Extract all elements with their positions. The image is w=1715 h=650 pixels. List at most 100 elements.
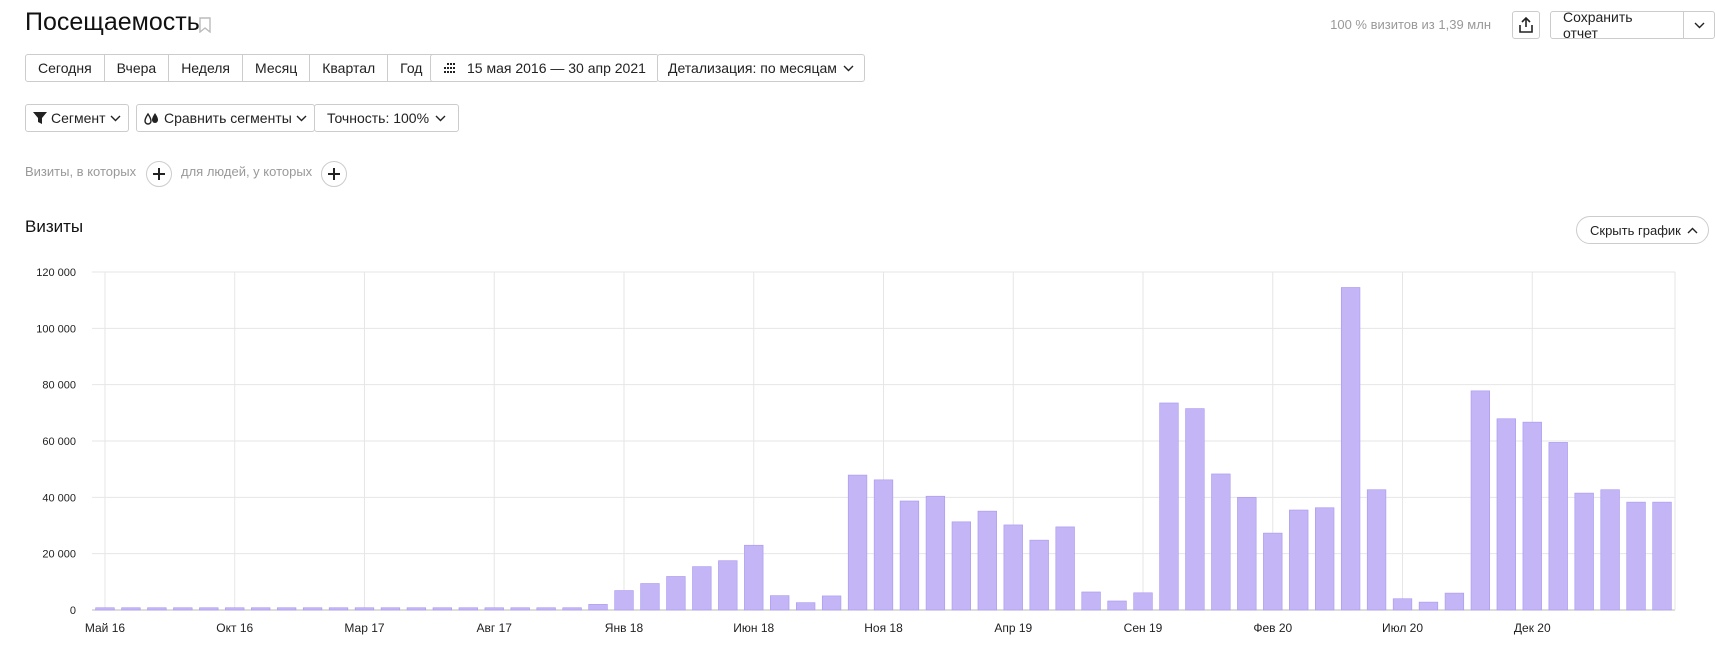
- bar[interactable]: [1522, 421, 1542, 611]
- bar[interactable]: [354, 607, 375, 611]
- period-year[interactable]: Год: [387, 55, 434, 81]
- bar[interactable]: [1366, 489, 1387, 611]
- bar[interactable]: [1470, 390, 1491, 611]
- bar[interactable]: [951, 521, 971, 611]
- detail-dropdown[interactable]: Детализация: по месяцам: [657, 54, 865, 82]
- x-tick-label: Май 16: [85, 621, 126, 635]
- bar[interactable]: [1185, 408, 1205, 611]
- period-quarter[interactable]: Квартал: [309, 55, 387, 81]
- bar[interactable]: [614, 590, 634, 611]
- segment-label: Сегмент: [51, 110, 106, 126]
- bar[interactable]: [1444, 592, 1465, 611]
- period-week[interactable]: Неделя: [168, 55, 242, 81]
- bar[interactable]: [432, 607, 452, 611]
- calendar-icon: [444, 62, 455, 73]
- bar[interactable]: [1574, 492, 1594, 611]
- bar[interactable]: [1263, 532, 1283, 611]
- bar[interactable]: [1237, 497, 1257, 611]
- bar[interactable]: [977, 510, 997, 611]
- save-report-button[interactable]: Сохранить отчет: [1550, 9, 1715, 41]
- bar[interactable]: [276, 607, 297, 611]
- bar[interactable]: [328, 607, 349, 611]
- detail-label: Детализация: по месяцам: [668, 60, 837, 76]
- y-tick-label: 0: [70, 605, 76, 617]
- bar[interactable]: [225, 607, 245, 611]
- bar[interactable]: [147, 607, 167, 611]
- bar[interactable]: [640, 583, 660, 611]
- compare-segments-button[interactable]: Сравнить сегменты: [136, 104, 315, 132]
- page-title: Посещаемость: [25, 8, 200, 36]
- chevron-up-icon: [1687, 227, 1698, 233]
- bar[interactable]: [718, 560, 738, 611]
- bar[interactable]: [95, 607, 115, 611]
- period-month[interactable]: Месяц: [242, 55, 309, 81]
- bar[interactable]: [1107, 600, 1127, 611]
- segment-button[interactable]: Сегмент: [25, 104, 129, 132]
- x-tick-label: Янв 18: [605, 621, 644, 635]
- bar[interactable]: [899, 500, 920, 611]
- bar[interactable]: [1289, 509, 1309, 611]
- add-visit-condition-button[interactable]: [146, 161, 172, 187]
- bar[interactable]: [1003, 524, 1023, 611]
- bar[interactable]: [458, 607, 478, 611]
- bar[interactable]: [510, 607, 530, 611]
- bar[interactable]: [1315, 507, 1335, 611]
- bar[interactable]: [199, 607, 219, 611]
- hide-chart-label: Скрыть график: [1590, 222, 1681, 238]
- save-options-chevron-icon[interactable]: [1683, 12, 1714, 38]
- bar[interactable]: [536, 607, 556, 611]
- bar[interactable]: [588, 604, 608, 611]
- bar[interactable]: [1081, 591, 1101, 611]
- x-tick-label: Авг 17: [477, 621, 513, 635]
- x-tick-label: Окт 16: [216, 621, 253, 635]
- period-yesterday[interactable]: Вчера: [103, 55, 169, 81]
- chevron-down-icon: [296, 115, 307, 121]
- period-today[interactable]: Сегодня: [26, 55, 104, 81]
- share-info: 100 % визитов из 1,39 млн: [1330, 17, 1491, 32]
- export-button[interactable]: [1512, 11, 1540, 39]
- bar[interactable]: [873, 479, 894, 611]
- bar[interactable]: [692, 566, 712, 611]
- bar[interactable]: [1340, 287, 1361, 611]
- plus-icon: [153, 168, 165, 180]
- bar[interactable]: [1600, 489, 1620, 611]
- bar[interactable]: [1548, 442, 1568, 611]
- bar[interactable]: [484, 607, 504, 611]
- bar[interactable]: [380, 607, 401, 611]
- bar[interactable]: [1392, 598, 1413, 611]
- accuracy-label: Точность: 100%: [327, 110, 430, 126]
- bar[interactable]: [796, 602, 816, 611]
- bar[interactable]: [821, 595, 842, 611]
- y-tick-label: 40 000: [42, 492, 76, 504]
- bar[interactable]: [121, 607, 141, 611]
- chevron-down-icon: [110, 115, 121, 121]
- x-tick-label: Мар 17: [344, 621, 384, 635]
- bar[interactable]: [1029, 539, 1049, 611]
- bar[interactable]: [744, 544, 764, 611]
- date-range-button[interactable]: 15 мая 2016 — 30 апр 2021: [430, 54, 659, 82]
- bar[interactable]: [1133, 592, 1153, 611]
- bar[interactable]: [1626, 501, 1646, 611]
- bar[interactable]: [925, 495, 946, 611]
- bar[interactable]: [770, 595, 790, 611]
- bar[interactable]: [666, 576, 686, 611]
- bar[interactable]: [1055, 526, 1075, 611]
- bar[interactable]: [302, 607, 323, 611]
- date-range-label: 15 мая 2016 — 30 апр 2021: [467, 60, 646, 76]
- accuracy-dropdown[interactable]: Точность: 100%: [314, 104, 460, 132]
- bar[interactable]: [1211, 473, 1231, 611]
- hide-chart-button[interactable]: Скрыть график: [1576, 216, 1709, 244]
- y-tick-label: 100 000: [36, 323, 76, 335]
- add-people-condition-button[interactable]: [321, 161, 347, 187]
- bar[interactable]: [406, 607, 427, 611]
- plus-icon: [328, 168, 340, 180]
- bar[interactable]: [173, 607, 193, 611]
- bar[interactable]: [847, 474, 868, 611]
- bar[interactable]: [1418, 601, 1439, 611]
- bookmark-icon[interactable]: [199, 17, 211, 33]
- bar[interactable]: [562, 607, 582, 611]
- bar[interactable]: [1496, 418, 1516, 611]
- bar[interactable]: [1159, 402, 1179, 611]
- bar[interactable]: [251, 607, 271, 611]
- bar[interactable]: [1652, 501, 1672, 611]
